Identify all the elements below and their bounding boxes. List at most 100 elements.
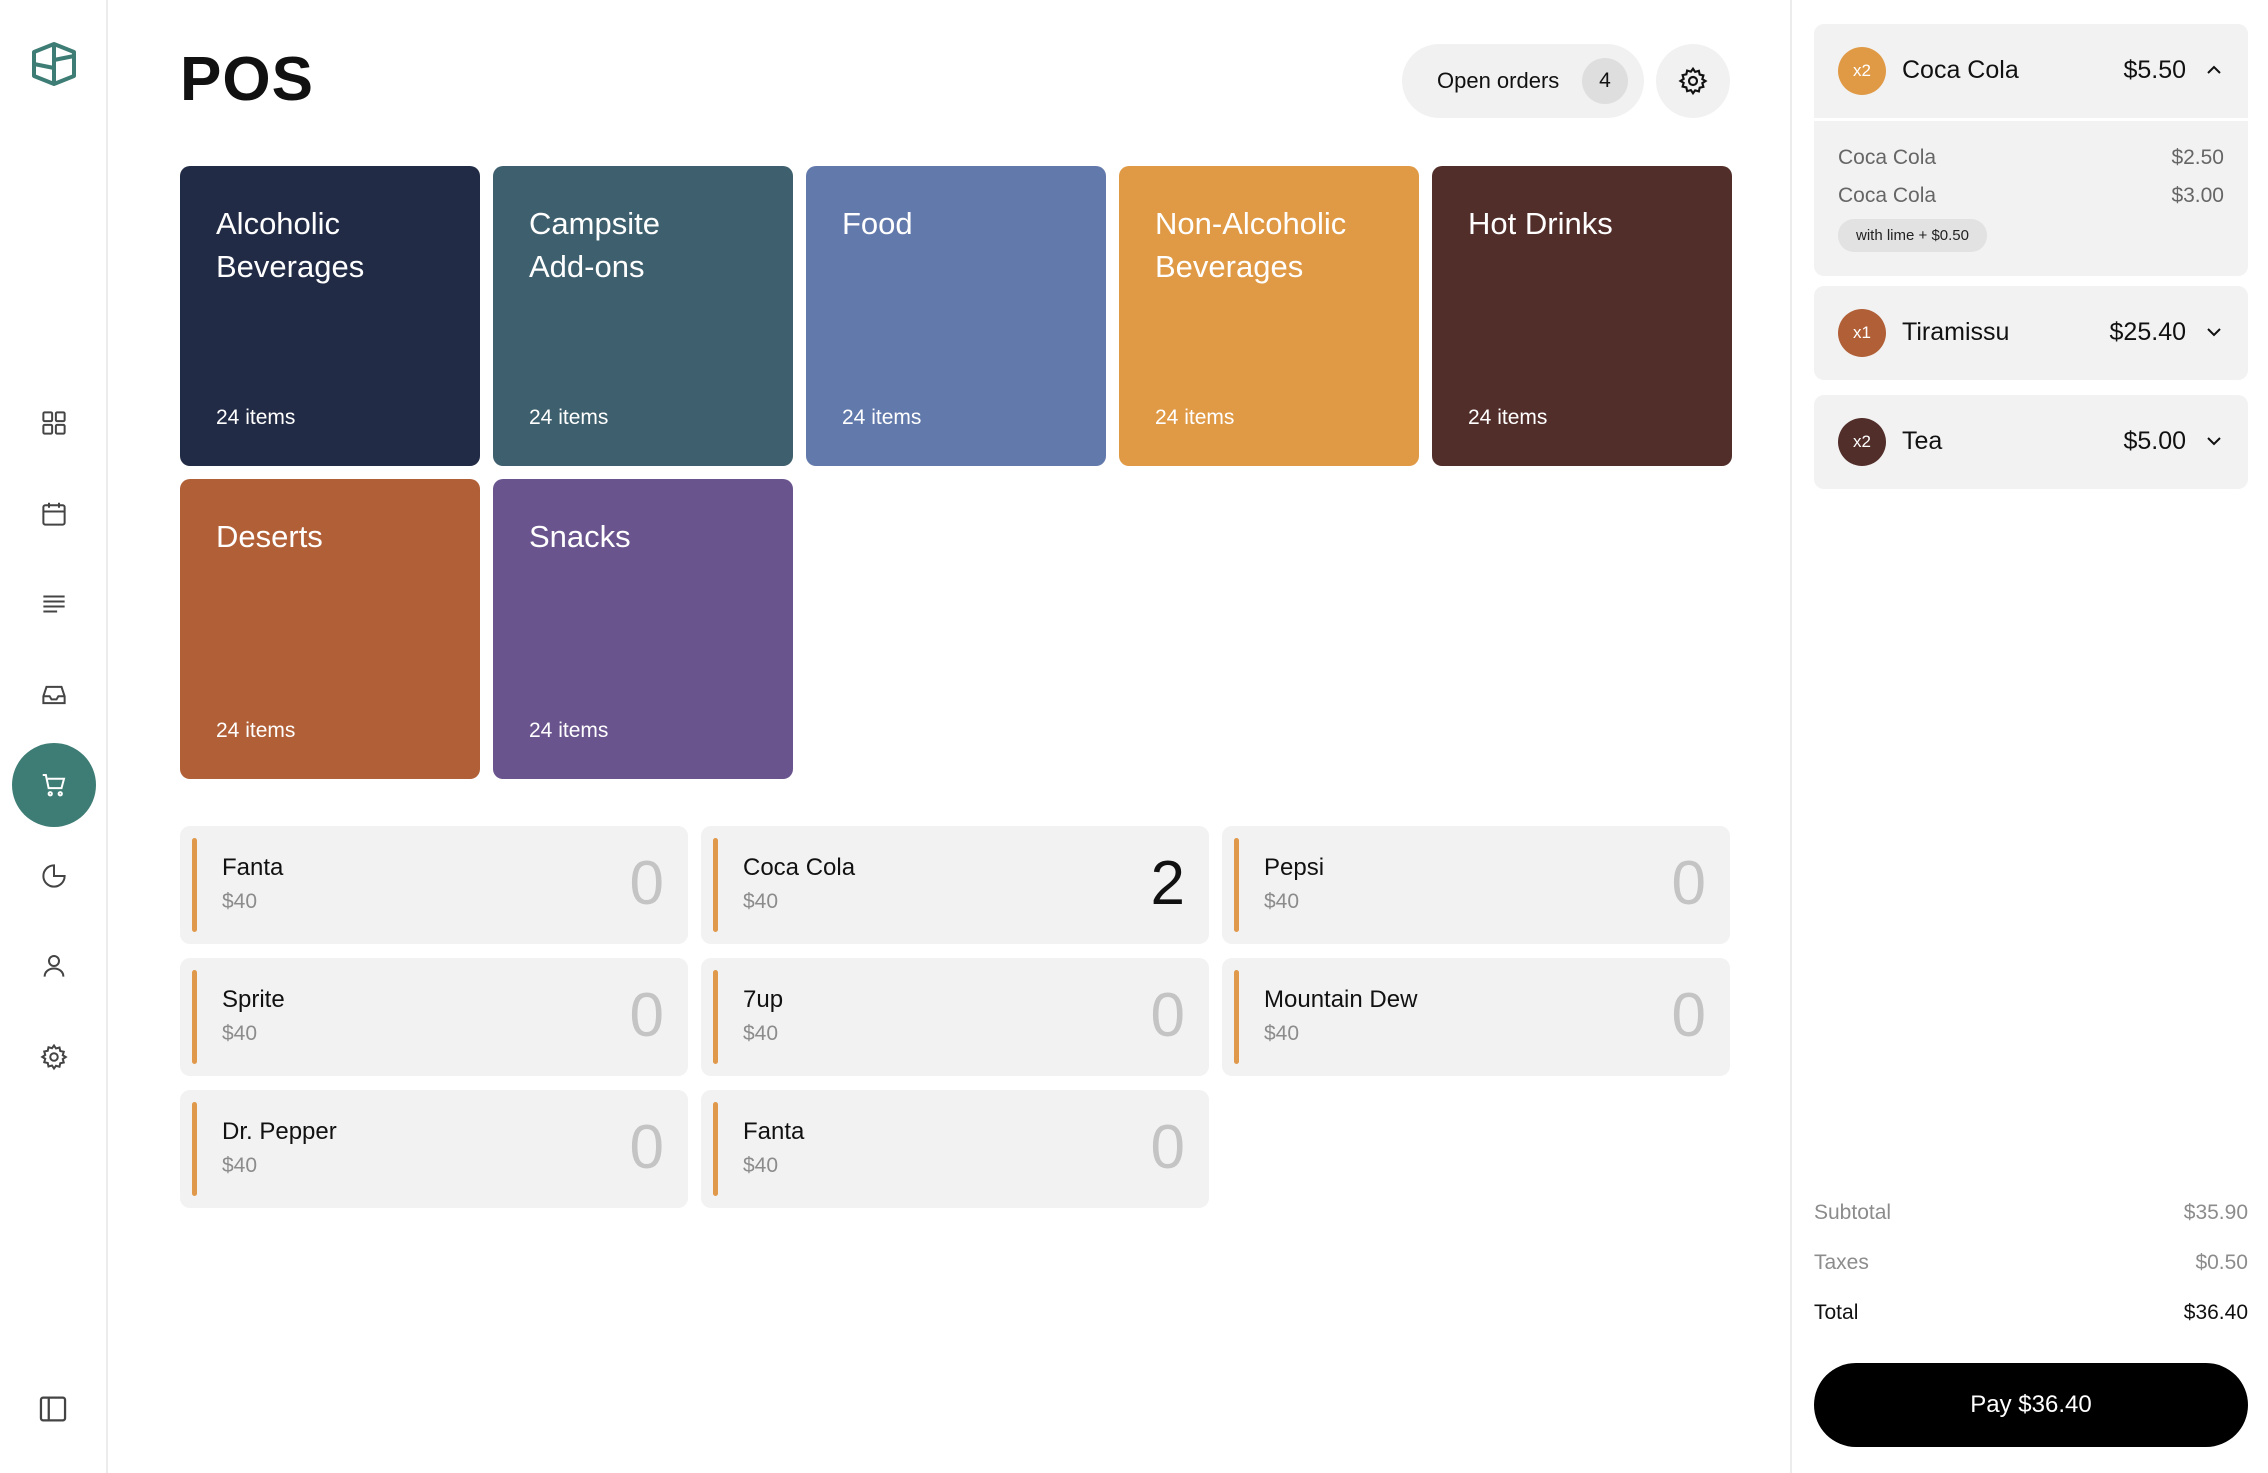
total-value: $36.40 <box>2183 1301 2248 1324</box>
category-tile-non-alcoholic-beverages[interactable]: Non-Alcoholic Beverages 24 items <box>1119 166 1419 466</box>
category-item-count: 24 items <box>216 719 296 742</box>
product-price: $40 <box>743 890 779 913</box>
order-item-details: Coca Cola $2.50 Coca Cola $3.00 with lim… <box>1814 118 2248 276</box>
total-label: Total <box>1814 1301 1859 1324</box>
category-name: Campsite Add-ons <box>529 206 660 284</box>
category-name: Snacks <box>529 519 631 554</box>
product-card[interactable]: Fanta $40 0 <box>701 1090 1209 1208</box>
product-card[interactable]: Pepsi $40 0 <box>1222 826 1730 944</box>
category-item-count: 24 items <box>1155 406 1235 429</box>
taxes-label: Taxes <box>1814 1251 1869 1274</box>
category-name: Non-Alcoholic Beverages <box>1155 206 1347 284</box>
sidebar-item-dashboard[interactable] <box>12 381 96 465</box>
sidebar-item-reports[interactable] <box>12 834 96 918</box>
subtotal-value: $35.90 <box>2183 1201 2248 1224</box>
open-orders-count-badge: 4 <box>1582 58 1628 104</box>
order-item-price: $5.50 <box>2123 56 2186 84</box>
product-quantity: 0 <box>629 849 664 918</box>
user-icon <box>43 955 65 977</box>
order-item-name: Coca Cola <box>1902 56 2019 84</box>
product-name: Coca Cola <box>743 854 856 881</box>
sidebar <box>0 0 108 1473</box>
order-item-price: $5.00 <box>2123 427 2186 455</box>
category-name: Deserts <box>216 519 323 554</box>
sidebar-item-pos[interactable] <box>12 743 96 827</box>
category-name: Food <box>842 206 913 241</box>
product-card[interactable]: Dr. Pepper $40 0 <box>180 1090 688 1208</box>
category-tile-campsite-add-ons[interactable]: Campsite Add-ons 24 items <box>493 166 793 466</box>
product-price: $40 <box>1264 890 1300 913</box>
product-name: Dr. Pepper <box>222 1118 337 1145</box>
subtotal-label: Subtotal <box>1814 1201 1892 1224</box>
chevron-down-icon[interactable] <box>2202 429 2226 453</box>
category-item-count: 24 items <box>529 719 609 742</box>
product-color-bar <box>192 838 197 932</box>
order-item-header[interactable]: x2 Tea $5.00 <box>1814 395 2248 489</box>
category-tile-alcoholic-beverages[interactable]: Alcoholic Beverages 24 items <box>180 166 480 466</box>
product-color-bar <box>1234 838 1239 932</box>
product-quantity: 0 <box>1150 981 1185 1050</box>
line-name: Coca Cola <box>1838 184 1937 207</box>
open-orders-label: Open orders <box>1437 68 1560 93</box>
sidebar-item-inbox[interactable] <box>12 653 96 737</box>
chevron-up-icon[interactable] <box>2202 58 2226 82</box>
order-item-price: $25.40 <box>2109 318 2186 346</box>
order-item-tiramissu[interactable]: x1 Tiramissu $25.40 <box>1814 286 2248 380</box>
product-card[interactable]: 7up $40 0 <box>701 958 1209 1076</box>
calendar-icon <box>42 502 66 526</box>
product-price: $40 <box>743 1154 779 1177</box>
sidebar-item-settings[interactable] <box>12 1015 96 1099</box>
pos-settings-button[interactable] <box>1656 44 1730 118</box>
order-item-header[interactable]: x1 Tiramissu $25.40 <box>1814 286 2248 380</box>
category-name: Hot Drinks <box>1468 206 1613 241</box>
product-color-bar <box>1234 970 1239 1064</box>
sidebar-item-list[interactable] <box>12 562 96 646</box>
sidebar-item-calendar[interactable] <box>12 472 96 556</box>
order-item-line: Coca Cola $3.00 <box>1838 177 2224 215</box>
order-item-quantity-badge: x2 <box>1838 418 1886 466</box>
order-item-name: Tiramissu <box>1902 318 2010 346</box>
sidebar-collapse-icon[interactable] <box>36 1392 70 1426</box>
line-price: $2.50 <box>2171 146 2224 169</box>
product-card[interactable]: Coca Cola $40 2 <box>701 826 1209 944</box>
line-price: $3.00 <box>2171 184 2224 207</box>
product-color-bar <box>713 970 718 1064</box>
product-card[interactable]: Fanta $40 0 <box>180 826 688 944</box>
pay-button[interactable]: Pay $36.40 <box>1814 1363 2248 1447</box>
category-tile-hot-drinks[interactable]: Hot Drinks 24 items <box>1432 166 1732 466</box>
product-card[interactable]: Mountain Dew $40 0 <box>1222 958 1730 1076</box>
product-color-bar <box>713 1102 718 1196</box>
product-card[interactable]: Sprite $40 0 <box>180 958 688 1076</box>
page-title: POS <box>180 45 314 114</box>
product-quantity: 0 <box>1671 981 1706 1050</box>
sidebar-item-users[interactable] <box>12 924 96 1008</box>
order-item-tea[interactable]: x2 Tea $5.00 <box>1814 395 2248 489</box>
order-item-line: Coca Cola $2.50 <box>1838 139 2224 177</box>
category-tile-food[interactable]: Food 24 items <box>806 166 1106 466</box>
product-name: Pepsi <box>1264 854 1325 881</box>
category-item-count: 24 items <box>216 406 296 429</box>
order-item-quantity-badge: x2 <box>1838 47 1886 95</box>
cart-icon <box>42 774 66 797</box>
total-row: Total $36.40 <box>1814 1288 2248 1338</box>
product-quantity: 0 <box>629 981 664 1050</box>
product-quantity: 0 <box>1671 849 1706 918</box>
category-tile-deserts[interactable]: Deserts 24 items <box>180 479 480 779</box>
app-logo-icon[interactable] <box>28 38 80 90</box>
product-price: $40 <box>222 1022 258 1045</box>
product-name: Mountain Dew <box>1264 986 1418 1013</box>
category-tile-snacks[interactable]: Snacks 24 items <box>493 479 793 779</box>
category-name: Alcoholic Beverages <box>216 206 365 284</box>
list-icon <box>43 595 65 613</box>
order-item-coca-cola[interactable]: x2 Coca Cola $5.50 Coca Cola $2.50 Coca … <box>1814 24 2248 276</box>
gear-icon <box>40 1043 68 1071</box>
chevron-down-icon[interactable] <box>2202 320 2226 344</box>
product-quantity: 0 <box>629 1113 664 1182</box>
open-orders-button[interactable]: Open orders 4 <box>1402 44 1644 118</box>
line-name: Coca Cola <box>1838 146 1937 169</box>
grid-icon <box>42 411 66 435</box>
order-item-header[interactable]: x2 Coca Cola $5.50 <box>1814 24 2248 118</box>
product-quantity: 0 <box>1150 1113 1185 1182</box>
product-quantity: 2 <box>1150 849 1185 918</box>
category-item-count: 24 items <box>1468 406 1548 429</box>
